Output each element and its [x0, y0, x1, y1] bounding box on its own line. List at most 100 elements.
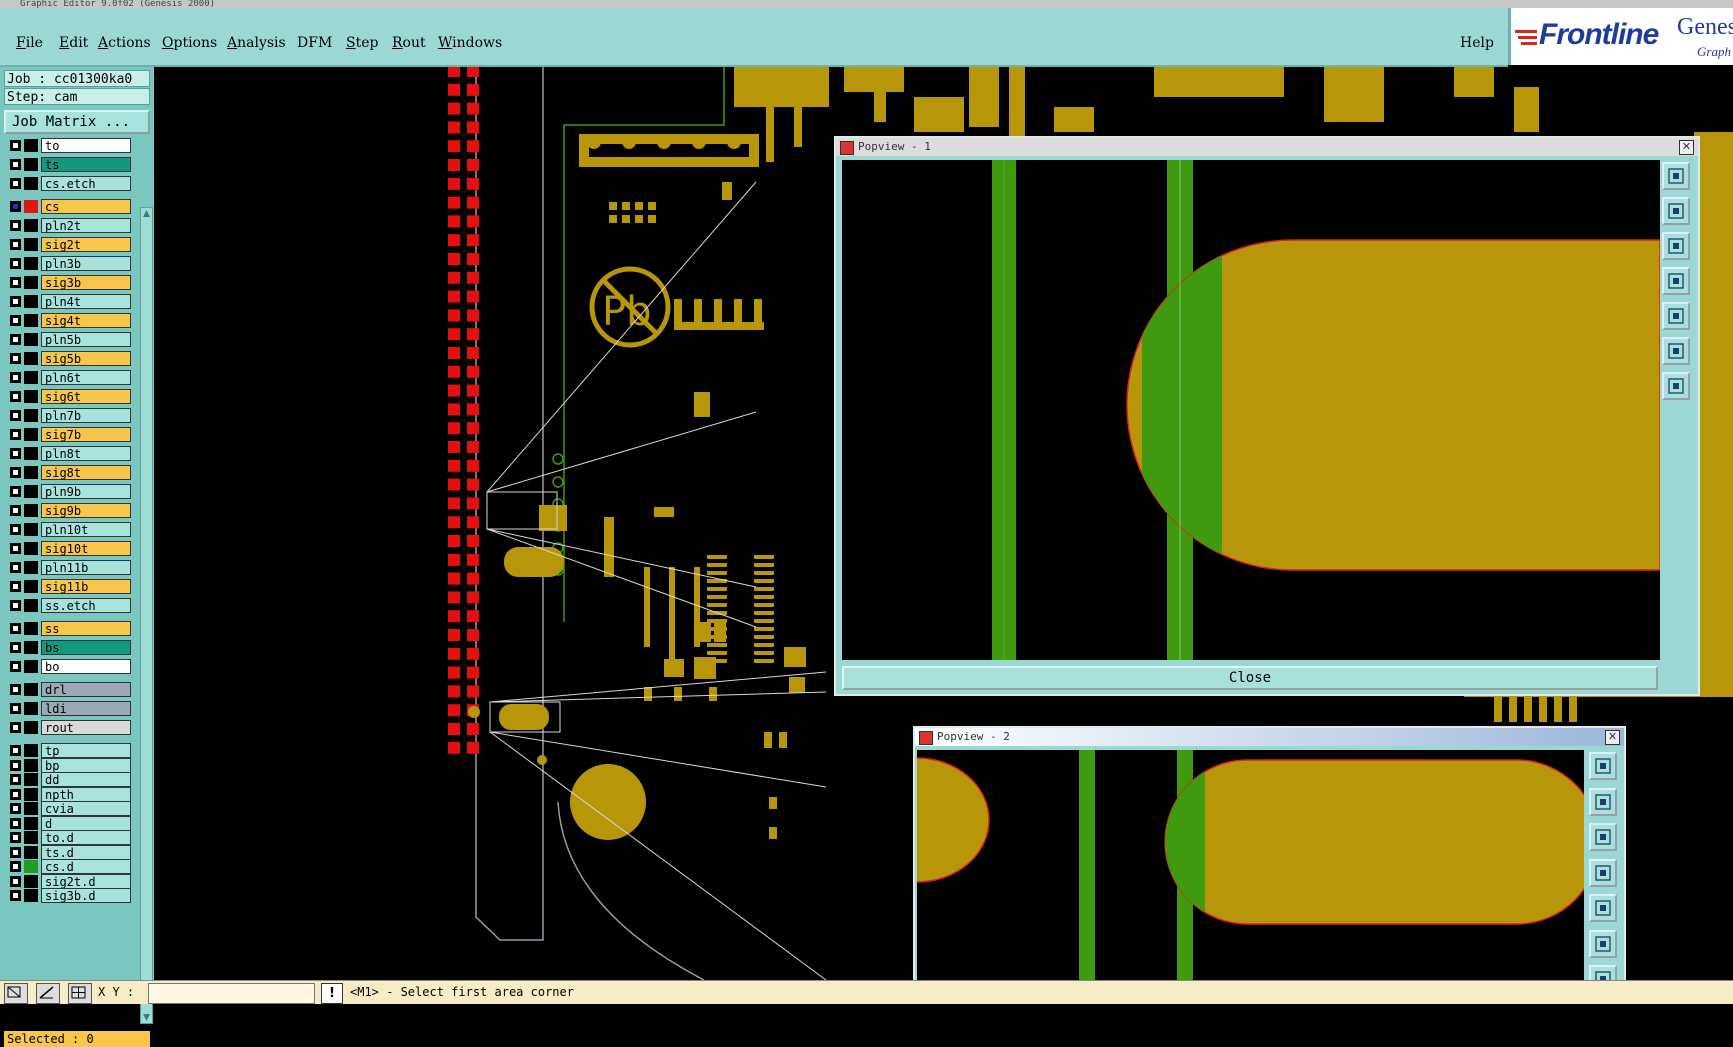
layer-row-drl[interactable]: drl	[8, 682, 131, 697]
layer-row-bo[interactable]: bo	[8, 659, 131, 674]
layer-checkbox[interactable]	[10, 334, 21, 345]
layer-color-swatch[interactable]	[24, 860, 38, 873]
layer-name[interactable]: dd	[41, 772, 131, 787]
layer-row-sig5b[interactable]: sig5b	[8, 351, 131, 366]
layer-row-ldi[interactable]: ldi	[8, 701, 131, 716]
layer-name[interactable]: pln4t	[41, 294, 131, 309]
menu-options[interactable]: Options	[162, 35, 217, 51]
layer-row-ts-d[interactable]: ts.d	[8, 844, 131, 860]
pan-down-icon[interactable]	[1589, 823, 1617, 851]
layer-row-cs-etch[interactable]: cs.etch	[8, 176, 131, 191]
menu-analysis[interactable]: Analysis	[227, 35, 286, 51]
measure-icon[interactable]	[36, 983, 60, 1004]
layer-name[interactable]: ts	[41, 157, 131, 172]
job-matrix-button[interactable]: Job Matrix ...	[4, 110, 150, 134]
scroll-down-icon[interactable]	[142, 1013, 151, 1022]
layer-name[interactable]: d	[41, 815, 131, 831]
layer-row-pln7b[interactable]: pln7b	[8, 408, 131, 423]
layer-color-swatch[interactable]	[24, 874, 38, 888]
layer-name[interactable]: sig7b	[41, 427, 131, 442]
layer-color-swatch[interactable]	[24, 561, 38, 574]
xy-input[interactable]	[148, 983, 315, 1004]
layer-name[interactable]: bs	[41, 640, 131, 655]
layer-color-swatch[interactable]	[24, 580, 38, 593]
layer-row-sig3b-d[interactable]: sig3b.d	[8, 888, 131, 903]
layer-color-swatch[interactable]	[24, 352, 38, 365]
layer-checkbox[interactable]	[10, 581, 21, 592]
layer-checkbox[interactable]	[10, 178, 21, 189]
layer-name[interactable]: pln11b	[41, 560, 131, 575]
layer-checkbox[interactable]	[10, 832, 21, 843]
popview-1-titlebar[interactable]: Popview - 1 ✕	[836, 138, 1698, 156]
layer-checkbox[interactable]	[10, 759, 21, 771]
layer-name[interactable]: cvia	[41, 801, 131, 816]
layer-color-swatch[interactable]	[24, 447, 38, 460]
layer-row-pln5b[interactable]: pln5b	[8, 332, 131, 347]
pan-left-icon[interactable]	[1589, 858, 1617, 887]
layer-color-swatch[interactable]	[24, 802, 38, 815]
layer-checkbox[interactable]	[10, 875, 21, 887]
layer-name[interactable]: pln6t	[41, 370, 131, 385]
menu-dfm[interactable]: DFM	[297, 35, 332, 51]
layer-row-sig6t[interactable]: sig6t	[8, 389, 131, 404]
layer-color-swatch[interactable]	[24, 390, 38, 403]
layer-checkbox[interactable]	[10, 258, 21, 269]
zoom-box-icon[interactable]	[4, 983, 28, 1004]
layer-row-sig8t[interactable]: sig8t	[8, 465, 131, 480]
layer-color-swatch[interactable]	[24, 371, 38, 384]
layer-row-ss-etch[interactable]: ss.etch	[8, 598, 131, 613]
pan-left-icon[interactable]	[1662, 267, 1690, 295]
layer-color-swatch[interactable]	[24, 787, 38, 801]
layer-checkbox[interactable]	[10, 467, 21, 478]
layer-checkbox[interactable]	[10, 296, 21, 307]
layer-name[interactable]: pln9b	[41, 484, 131, 499]
layer-row-cvia[interactable]: cvia	[8, 801, 131, 816]
layer-color-swatch[interactable]	[24, 599, 38, 612]
zoom-in-icon[interactable]	[1589, 929, 1617, 958]
layer-name[interactable]: sig2t.d	[41, 873, 131, 889]
zoom-home-icon[interactable]	[1589, 752, 1617, 780]
layer-checkbox[interactable]	[10, 410, 21, 421]
pan-right-icon[interactable]	[1662, 302, 1690, 330]
layer-row-pln8t[interactable]: pln8t	[8, 446, 131, 461]
layer-checkbox[interactable]	[10, 600, 21, 611]
layer-name[interactable]: to.d	[41, 830, 131, 845]
layer-row-to-d[interactable]: to.d	[8, 830, 131, 845]
menu-rout[interactable]: Rout	[392, 35, 426, 51]
layer-name[interactable]: sig4t	[41, 313, 131, 328]
layer-name[interactable]: ldi	[41, 701, 131, 716]
layer-checkbox[interactable]	[10, 562, 21, 573]
layer-color-swatch[interactable]	[24, 219, 38, 232]
layer-color-swatch[interactable]	[24, 660, 38, 673]
menu-actions[interactable]: Actions	[98, 35, 151, 51]
layer-checkbox[interactable]	[10, 372, 21, 383]
menu-step[interactable]: Step	[346, 35, 378, 51]
layer-row-rout[interactable]: rout	[8, 720, 131, 735]
menu-windows[interactable]: Windows	[438, 35, 502, 51]
layer-color-swatch[interactable]	[24, 276, 38, 289]
layer-checkbox[interactable]	[10, 745, 21, 756]
menu-help[interactable]: Help	[1460, 35, 1494, 51]
layer-name[interactable]: sig3b	[41, 275, 131, 290]
popview-2-window[interactable]: Popview - 2 ✕	[913, 726, 1626, 1003]
layer-color-swatch[interactable]	[24, 409, 38, 422]
layer-checkbox[interactable]	[10, 803, 21, 814]
layer-checkbox[interactable]	[10, 448, 21, 459]
layer-checkbox[interactable]	[10, 159, 21, 170]
zoom-out-icon[interactable]	[1662, 372, 1690, 400]
layer-row-npth[interactable]: npth	[8, 786, 131, 802]
layer-checkbox[interactable]	[10, 201, 21, 212]
popview-1-window[interactable]: Popview - 1 ✕ Close	[834, 136, 1700, 696]
layer-name[interactable]: bo	[41, 659, 131, 674]
layer-checkbox[interactable]	[10, 429, 21, 440]
layer-row-cs[interactable]: cs	[8, 199, 131, 214]
layer-checkbox[interactable]	[10, 661, 21, 672]
popview-1-canvas[interactable]	[842, 160, 1660, 660]
layer-checkbox[interactable]	[10, 220, 21, 231]
scroll-up-icon[interactable]	[142, 209, 151, 218]
layer-name[interactable]: sig6t	[41, 389, 131, 404]
popview-2-close-icon[interactable]: ✕	[1605, 730, 1620, 745]
layer-color-swatch[interactable]	[24, 845, 38, 859]
layer-color-swatch[interactable]	[24, 428, 38, 441]
layer-name[interactable]: sig11b	[41, 579, 131, 594]
